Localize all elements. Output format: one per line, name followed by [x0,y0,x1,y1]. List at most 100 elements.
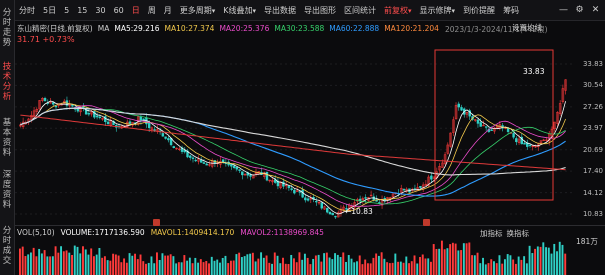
high-price-label: 33.83 [523,67,545,76]
candle [189,154,192,161]
volume-bar [142,261,145,275]
volume-bar [221,257,224,275]
period-tab-4[interactable]: 30 [91,6,109,15]
period-tab-2[interactable]: 5 [60,6,73,15]
settings-ma-button[interactable]: 设置均线 [512,22,542,33]
volume-bar [84,249,87,275]
candle [515,136,518,146]
volume-bar [534,248,537,275]
gear-icon[interactable]: ⚙ [574,5,585,16]
volume-bar [325,252,328,275]
volume-bar [427,258,430,275]
volume-chart[interactable] [15,238,575,275]
left-nav-tab-1[interactable]: 技术分析 [0,62,14,102]
volume-bar [35,256,38,275]
close-icon[interactable]: ✕ [590,5,601,16]
volume-bar [317,254,320,275]
volume-legend: VOL(5,10) VOLUME:1717136.590 MAVOL1:1409… [17,228,324,237]
volume-bar [383,258,386,275]
volume-bar [235,254,238,275]
volume-bar [246,254,249,275]
volume-bar [279,263,282,275]
toolbar-menu-8[interactable]: 筹码 [499,5,523,16]
volume-bar [49,256,52,275]
volume-bar [202,262,205,275]
toolbar-menu-label: 更多周期 [179,5,212,15]
event-marker-icon[interactable] [423,219,430,226]
period-tab-8[interactable]: 月 [160,5,176,16]
volume-bar [224,255,227,275]
volume-bar [386,262,389,275]
left-nav-tab-3[interactable]: 深度资料 [0,170,14,210]
volume-bar [194,257,197,275]
left-nav-tab-0[interactable]: 分时走势 [0,8,14,48]
pane-divider [15,225,605,226]
candle [167,136,170,143]
period-tab-7[interactable]: 周 [144,5,160,16]
volume-bar [440,240,443,275]
indicator-name[interactable]: MA [98,24,110,33]
volume-bar [424,258,427,275]
volume-bar [369,263,372,275]
volume-bar [293,258,295,275]
volume-bar [166,255,169,275]
volume-bar [556,251,558,275]
left-nav-tab-2[interactable]: 基本资料 [0,118,14,158]
volume-bar [257,258,260,275]
volume-bar [364,259,367,275]
volume-bar [528,245,531,275]
toolbar-menu-5[interactable]: 前复权▾ [380,5,416,16]
toolbar-menu-1[interactable]: K线叠加▾ [219,5,260,16]
volume-bar [432,244,435,275]
event-marker-icon[interactable] [153,219,160,226]
minimize-icon[interactable]: — [558,5,569,16]
volume-bar [471,255,474,275]
period-tab-6[interactable]: 日 [128,5,144,16]
volume-bar [438,248,441,275]
volume-bar [238,252,241,275]
period-tab-1[interactable]: 5日 [39,5,60,16]
ma-line-10 [20,102,566,212]
volume-bar [525,263,528,275]
toolbar-menu-6[interactable]: 显示修牌▾ [416,5,460,16]
y-tick-label: 33.83 [582,60,603,68]
volume-bar [46,256,49,275]
candle [243,173,247,176]
volume-bar [123,258,126,275]
volume-bar [82,246,84,275]
candle [263,171,266,180]
volume-bar [366,263,369,275]
volume-bar [284,263,287,275]
candle [38,100,41,110]
period-tab-0[interactable]: 分时 [15,5,39,16]
volume-bar [19,248,21,275]
volume-bar [73,245,76,275]
candle [542,138,545,142]
toolbar-menu-0[interactable]: 更多周期▾ [176,5,220,16]
chevron-down-icon: ▾ [211,6,216,15]
volume-bar [451,242,454,275]
candle [202,159,206,164]
toolbar-menu-7[interactable]: 到价提醒 [459,5,499,16]
mavol2-value: MAVOL2:1138969.845 [240,228,324,237]
toolbar-menu-3[interactable]: 导出图形 [300,5,340,16]
price-chart[interactable]: 33.83 ←10.83 [15,36,575,224]
volume-bar [92,256,95,275]
volume-bar [405,256,408,275]
volume-bar [262,257,265,275]
volume-bar [416,263,419,275]
period-tab-3[interactable]: 15 [73,6,91,15]
volume-bar [161,253,164,275]
toolbar-menu-2[interactable]: 导出数据 [260,5,300,16]
period-tab-5[interactable]: 60 [110,6,128,15]
volume-title: VOL(5,10) [17,228,55,237]
left-nav-tab-4[interactable]: 分时成交 [0,226,14,266]
toolbar-menu-4[interactable]: 区间统计 [340,5,380,16]
candle [235,166,239,172]
volume-bar [506,254,509,275]
volume-bar [462,243,465,275]
candle [208,161,211,167]
volume-bar [117,255,120,275]
candle [427,174,430,188]
candle [101,117,104,121]
